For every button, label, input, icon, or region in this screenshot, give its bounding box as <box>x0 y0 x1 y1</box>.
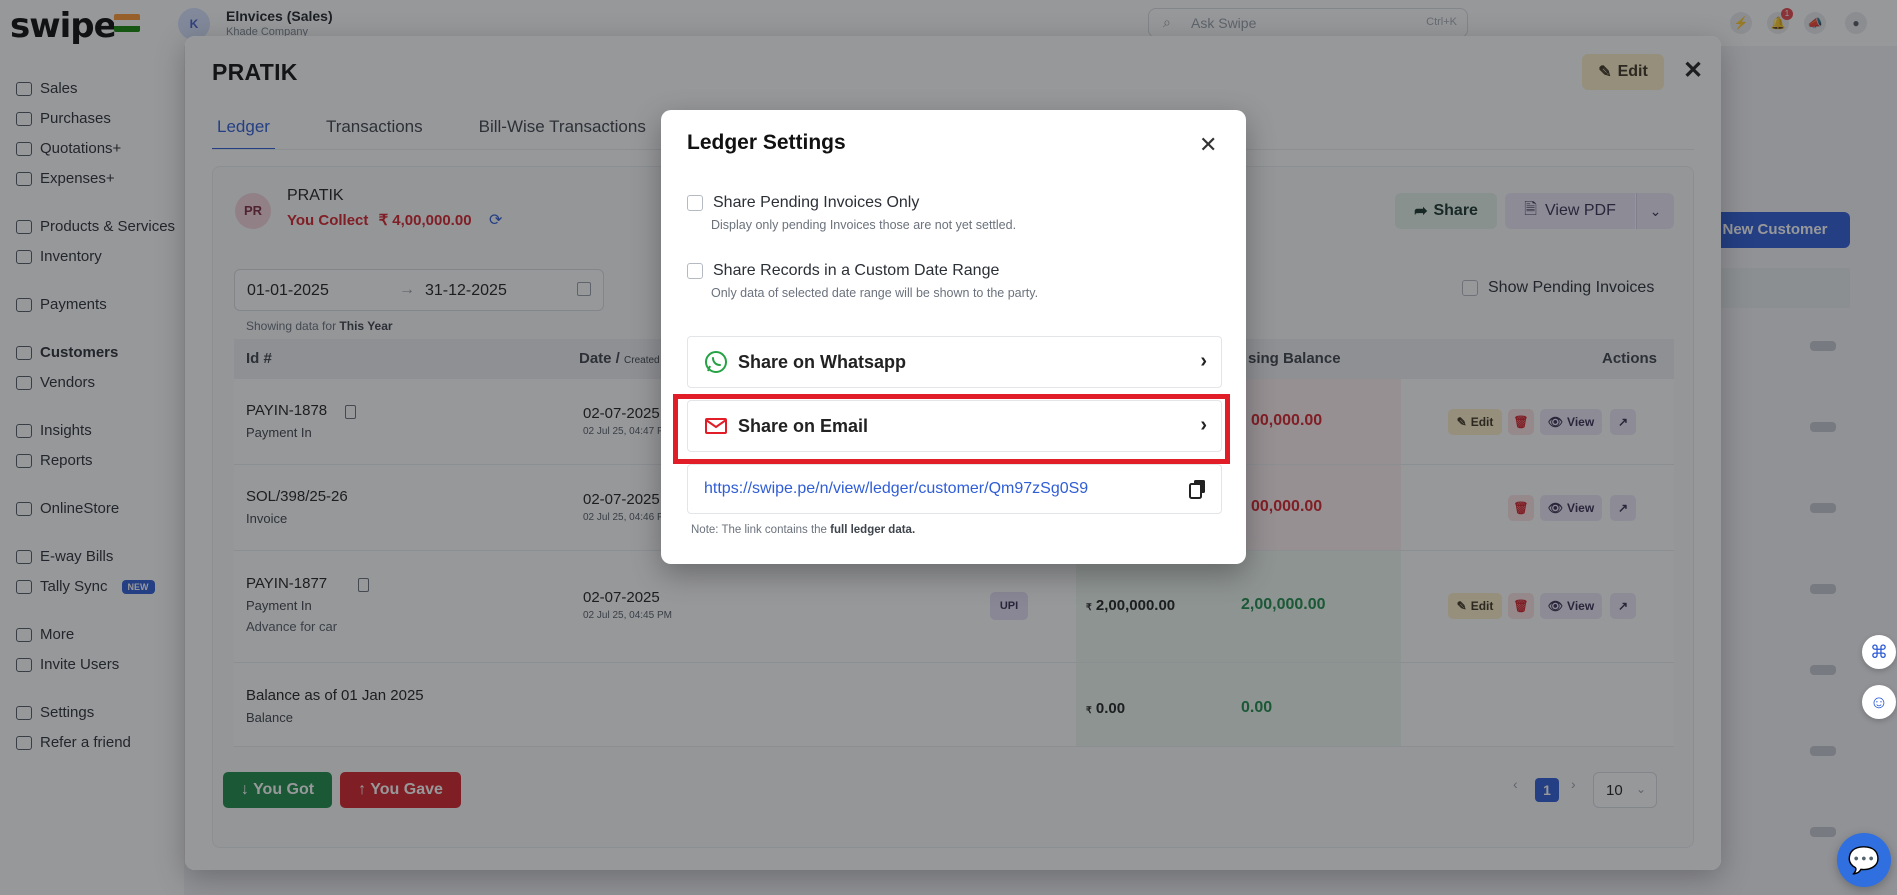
share-whatsapp-label: Share on Whatsapp <box>738 351 907 372</box>
share-link-url[interactable]: https://swipe.pe/n/view/ledger/customer/… <box>704 480 1088 498</box>
apps-grid-icon[interactable]: ⌘ <box>1862 635 1896 669</box>
option-label[interactable]: Share Pending Invoices Only <box>713 194 919 212</box>
option-description: Only data of selected date range will be… <box>711 286 1039 300</box>
note-bold: full ledger data. <box>830 524 916 536</box>
share-on-whatsapp-button[interactable]: Share on Whatsapp › <box>687 336 1222 388</box>
option-description: Display only pending Invoices those are … <box>711 218 1017 232</box>
assistant-bot-icon[interactable]: ☺ <box>1862 685 1896 719</box>
share-link-note: Note: The link contains the full ledger … <box>691 524 915 536</box>
custom-date-range-checkbox[interactable] <box>687 263 703 279</box>
option-label[interactable]: Share Records in a Custom Date Range <box>713 262 999 280</box>
copy-icon[interactable] <box>1189 479 1207 499</box>
option-custom-date-range: Share Records in a Custom Date Range Onl… <box>687 262 1038 300</box>
close-icon[interactable]: ✕ <box>1199 132 1217 158</box>
modal-title: Ledger Settings <box>687 131 846 154</box>
chat-support-button[interactable]: 💬 <box>1837 833 1891 887</box>
note-prefix: Note: The link contains the <box>691 524 827 536</box>
email-highlight-box <box>673 394 1230 464</box>
chevron-right-icon: › <box>1200 350 1207 372</box>
ledger-settings-modal: Ledger Settings ✕ Share Pending Invoices… <box>661 110 1246 564</box>
option-pending-invoices: Share Pending Invoices Only Display only… <box>687 194 1016 232</box>
share-link-field[interactable]: https://swipe.pe/n/view/ledger/customer/… <box>687 464 1222 514</box>
whatsapp-icon <box>705 351 727 373</box>
pending-invoices-checkbox[interactable] <box>687 195 703 211</box>
